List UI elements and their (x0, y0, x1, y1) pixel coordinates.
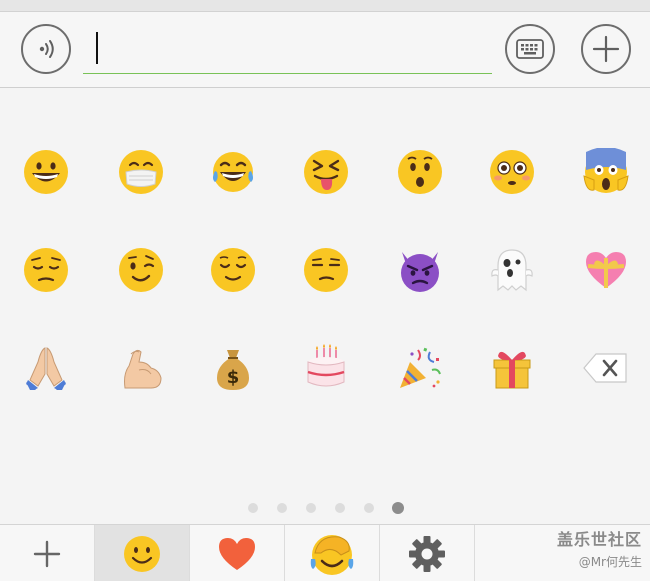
birthday-cake-icon (307, 344, 345, 387)
smiley-icon (122, 534, 162, 574)
add-icon (32, 539, 62, 569)
svg-text:$: $ (227, 367, 240, 388)
watermark-author: @Mr何先生 (578, 555, 642, 569)
emoji-face-screaming-in-fear[interactable] (571, 137, 641, 207)
tab-favorites[interactable] (190, 525, 285, 581)
folded-hands-icon (26, 347, 66, 390)
squinting-tongue-icon (304, 150, 348, 194)
page-dot[interactable] (335, 503, 345, 513)
emoji-flushed-face[interactable] (477, 137, 547, 207)
emoji-birthday-cake[interactable] (291, 333, 361, 403)
tab-sticker-pack[interactable] (285, 525, 380, 581)
status-strip (0, 0, 650, 12)
emoji-winking-face[interactable] (106, 235, 176, 305)
unamused-face-icon (304, 248, 348, 292)
tab-add-sticker[interactable] (0, 525, 95, 581)
wrapped-gift-icon (493, 351, 531, 389)
page-dot[interactable] (277, 503, 287, 513)
ghost-icon (491, 249, 533, 292)
emoji-unamused-face[interactable] (291, 235, 361, 305)
party-popper-icon (400, 347, 441, 388)
relieved-face-icon (211, 248, 255, 292)
page-dot[interactable] (248, 503, 258, 513)
emoji-relieved-face[interactable] (198, 235, 268, 305)
grinning-face-icon (24, 150, 68, 194)
emoji-face-with-medical-mask[interactable] (106, 137, 176, 207)
settings-gear-icon (408, 535, 446, 573)
text-caret (96, 32, 98, 64)
emoji-squinting-face-with-tongue[interactable] (291, 137, 361, 207)
emoji-party-popper[interactable] (385, 333, 455, 403)
emoji-angry-face-with-horns[interactable] (385, 235, 455, 305)
emoji-backspace-key[interactable] (571, 333, 641, 403)
watermark-community: 盖乐世社区 (556, 530, 642, 549)
page-indicator (0, 502, 650, 514)
message-input[interactable] (83, 26, 492, 74)
emoji-pensive-face[interactable] (11, 235, 81, 305)
emoji-flexed-biceps[interactable] (106, 333, 176, 403)
heart-ribbon-icon (586, 252, 626, 288)
emoji-grinning-face[interactable] (11, 137, 81, 207)
tab-emoji[interactable] (95, 525, 190, 581)
plus-icon (592, 35, 620, 63)
winking-face-icon (119, 248, 163, 292)
voice-input-button[interactable] (21, 24, 71, 74)
flushed-face-icon (490, 150, 534, 194)
heart-icon (217, 536, 257, 572)
page-dot[interactable] (306, 503, 316, 513)
voice-icon (33, 36, 59, 62)
screaming-face-icon (583, 148, 629, 193)
tab-settings[interactable] (380, 525, 475, 581)
more-options-button[interactable] (581, 24, 631, 74)
flexed-biceps-icon (124, 349, 162, 389)
hushed-face-icon (398, 150, 442, 194)
emoji-face-with-tears-of-joy[interactable] (198, 137, 268, 207)
emoji-ghost[interactable] (477, 235, 547, 305)
emoji-hushed-face[interactable] (385, 137, 455, 207)
devil-face-icon (401, 252, 439, 292)
watermark: 盖乐世社区 @Mr何先生 (552, 526, 642, 570)
emoji-heart-with-ribbon[interactable] (571, 235, 641, 305)
keyboard-icon (516, 39, 544, 59)
page-dot[interactable] (364, 503, 374, 513)
chat-input-bar (0, 12, 650, 88)
emoji-money-bag[interactable]: $ (198, 333, 268, 403)
facepalm-emoji-icon (309, 531, 355, 577)
tears-of-joy-icon (213, 152, 253, 192)
page-dot-active[interactable] (392, 502, 404, 514)
emoji-wrapped-gift[interactable] (477, 333, 547, 403)
medical-mask-face-icon (119, 150, 163, 194)
keyboard-toggle-button[interactable] (505, 24, 555, 74)
backspace-icon (583, 353, 627, 383)
pensive-face-icon (24, 248, 68, 292)
emoji-folded-hands[interactable] (11, 333, 81, 403)
money-bag-icon: $ (217, 350, 249, 390)
